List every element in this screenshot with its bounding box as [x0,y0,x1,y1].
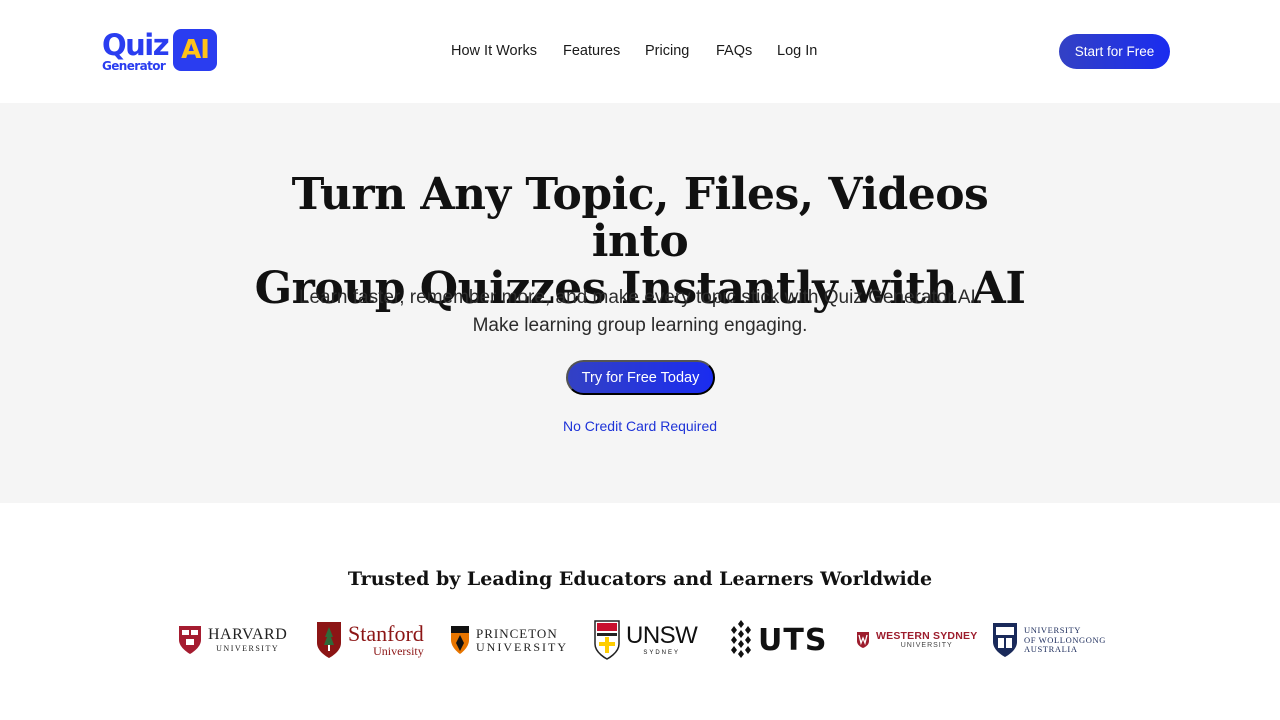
stanford-name: Stanford [348,621,424,646]
hero-subtitle-line-2: Make learning group learning engaging. [472,315,808,336]
princeton-name: PRINCETON [476,626,558,641]
western-sydney-logo: WESTERN SYDNEY UNIVERSITY [856,615,977,665]
site-header: Quiz Generator AI How It Works Features … [0,0,1280,103]
unsw-shield-icon [594,620,620,660]
hero-section: Turn Any Topic, Files, Videos into Group… [0,103,1280,503]
nav-features[interactable]: Features [563,43,620,59]
hero-subtitle-line-1: Learn faster, remember more, and make ev… [298,287,982,308]
princeton-logo: PRINCETON UNIVERSITY [450,615,568,665]
no-credit-card-note: No Credit Card Required [562,418,718,434]
unsw-logo: UNSW SYDNEY [594,615,698,665]
nav-log-in[interactable]: Log In [777,43,817,59]
wollongong-line1: UNIVERSITY [1024,625,1081,636]
wollongong-line3: AUSTRALIA [1024,644,1078,655]
harvard-shield-icon [179,626,201,654]
quiz-generator-ai-logo[interactable]: Quiz Generator AI [102,27,217,74]
princeton-sub: UNIVERSITY [476,640,568,654]
wollongong-line2: OF WOLLONGONG [1024,634,1107,645]
stanford-logo: Stanford University [316,615,424,665]
logo-word-quiz: Quiz [102,27,170,62]
try-for-free-button[interactable]: Try for Free Today [566,360,715,395]
unsw-name: UNSW [626,622,698,649]
uts-logo: UTS [730,615,827,665]
hero-title-line-1: Turn Any Topic, Files, Videos into [291,169,989,267]
stanford-shield-icon [317,622,341,658]
wollongong-logo: UNIVERSITY OF WOLLONGONG AUSTRALIA [992,615,1106,665]
western-sydney-name: WESTERN SYDNEY [876,629,978,642]
harvard-logo: HARVARD UNIVERSITY [178,615,287,665]
uts-name: UTS [758,622,828,658]
stanford-sub: University [373,644,424,658]
hero-subtitle: Learn faster, remember more, and make ev… [240,284,1040,340]
princeton-shield-icon [451,626,469,654]
western-sydney-sub: UNIVERSITY [900,642,953,650]
trusted-by-title: Trusted by Leading Educators and Learner… [347,568,933,590]
wollongong-crest-icon [993,623,1017,657]
nav-pricing[interactable]: Pricing [645,43,689,59]
logo-ai-badge: AI [173,29,217,71]
logo-word-generator: Generator [102,58,166,73]
unsw-sub: SYDNEY [643,650,680,656]
start-for-free-button[interactable]: Start for Free [1059,34,1170,69]
uts-mark-icon [731,620,751,658]
western-sydney-shield-icon [857,632,869,648]
nav-how-it-works[interactable]: How It Works [451,43,537,59]
harvard-sub: UNIVERSITY [216,644,280,653]
university-logos: HARVARD UNIVERSITY Stanford University P… [0,615,1280,665]
harvard-name: HARVARD [208,626,288,643]
nav-faqs[interactable]: FAQs [716,43,752,59]
